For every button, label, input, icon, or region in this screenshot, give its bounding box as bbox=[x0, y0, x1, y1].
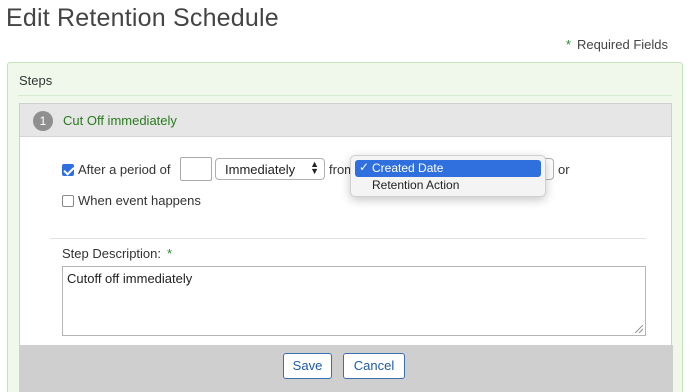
save-button[interactable]: Save bbox=[283, 353, 332, 379]
step-description-label-text: Step Description: bbox=[62, 246, 161, 261]
required-fields-label: Required Fields bbox=[576, 37, 668, 52]
or-label: or bbox=[558, 162, 570, 177]
required-star: * bbox=[565, 37, 571, 52]
steps-panel: Steps 1 Cut Off immediately bbox=[7, 62, 683, 392]
step-description-label: Step Description: * bbox=[62, 246, 172, 261]
from-date-dropdown-menu: ✓ Created Date Retention Action bbox=[350, 155, 546, 197]
cancel-button[interactable]: Cancel bbox=[343, 353, 405, 379]
step-title: Cut Off immediately bbox=[63, 113, 177, 128]
step-description-value: Cutoff off immediately bbox=[67, 271, 193, 286]
checkmark-icon: ✓ bbox=[359, 160, 370, 174]
steps-label: Steps bbox=[19, 73, 53, 88]
when-event-checkbox[interactable] bbox=[62, 195, 74, 207]
period-unit-selected: Immediately bbox=[225, 162, 296, 177]
step-number-badge: 1 bbox=[33, 111, 53, 131]
step-header[interactable]: 1 Cut Off immediately bbox=[20, 104, 671, 137]
button-bar: Save Cancel bbox=[20, 345, 673, 392]
step-description-textarea[interactable]: Cutoff off immediately bbox=[62, 266, 646, 336]
period-value-input[interactable] bbox=[180, 157, 212, 181]
dropdown-option-label: Retention Action bbox=[372, 178, 460, 192]
dropdown-option-retention-action[interactable]: Retention Action bbox=[355, 177, 541, 194]
resize-grip-icon[interactable] bbox=[635, 325, 643, 333]
period-unit-select[interactable]: Immediately ▲ ▼ bbox=[215, 158, 325, 180]
after-period-checkbox[interactable] bbox=[62, 164, 74, 176]
required-fields-note: * Required Fields bbox=[566, 37, 668, 52]
dropdown-option-label: Created Date bbox=[372, 161, 444, 175]
required-star: * bbox=[167, 246, 173, 261]
dropdown-option-created-date[interactable]: ✓ Created Date bbox=[355, 160, 541, 177]
select-arrows-icon: ▲▼ bbox=[310, 159, 319, 176]
after-period-label: After a period of bbox=[78, 162, 171, 177]
page-title: Edit Retention Schedule bbox=[6, 4, 279, 32]
when-event-label: When event happens bbox=[78, 193, 201, 208]
edit-retention-schedule-page: Edit Retention Schedule * Required Fields… bbox=[0, 0, 695, 392]
steps-divider bbox=[18, 95, 672, 96]
section-divider bbox=[50, 238, 646, 239]
